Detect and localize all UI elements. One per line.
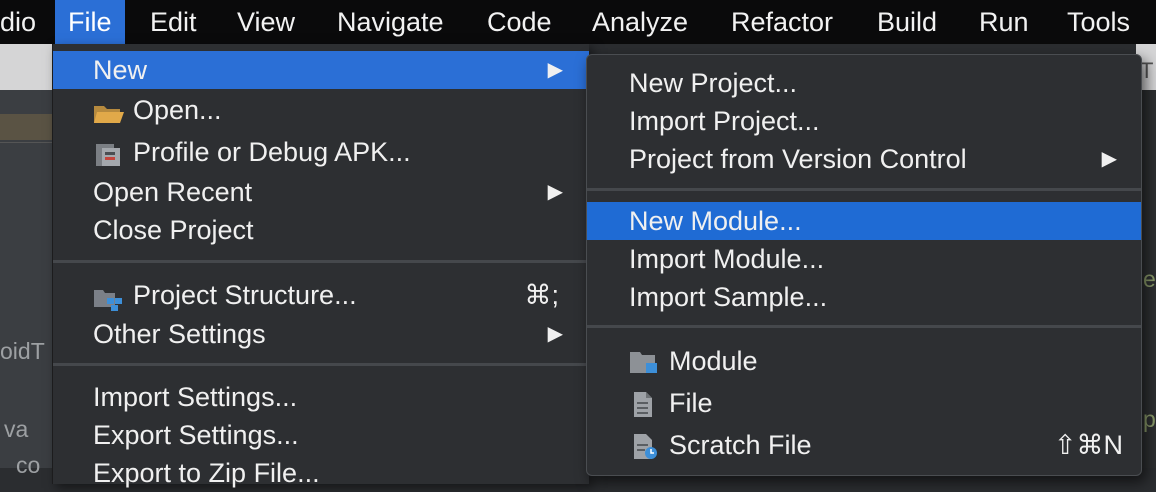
menu-file[interactable]: File xyxy=(55,0,125,44)
menu-item-label: Other Settings xyxy=(93,319,266,349)
menu-item-export-settings[interactable]: Export Settings... xyxy=(53,416,589,454)
menu-item-label: Import Module... xyxy=(629,244,825,274)
menu-edit[interactable]: Edit xyxy=(150,0,197,44)
menu-item-label: Profile or Debug APK... xyxy=(133,137,411,167)
submenu-item-project-from-vcs[interactable]: Project from Version Control ▶ xyxy=(587,140,1141,178)
menu-item-label: Project Structure... xyxy=(133,280,357,310)
menu-item-label: Scratch File xyxy=(669,430,812,460)
menu-item-label: Module xyxy=(669,346,758,376)
menu-item-open-recent[interactable]: Open Recent ▶ xyxy=(53,173,589,211)
submenu-item-new-module[interactable]: New Module... xyxy=(587,202,1141,240)
menu-item-label: New Module... xyxy=(629,206,802,236)
submenu-item-import-project[interactable]: Import Project... xyxy=(587,102,1141,140)
menu-item-label: Export Settings... xyxy=(93,420,299,450)
ide-editor-fragment: e xyxy=(1143,266,1156,292)
submenu-item-file[interactable]: File xyxy=(587,384,1141,422)
submenu-item-import-module[interactable]: Import Module... xyxy=(587,240,1141,278)
ide-project-panel xyxy=(0,90,52,468)
menu-item-export-zip[interactable]: Export to Zip File... xyxy=(53,454,589,492)
folder-open-icon xyxy=(93,98,125,123)
menu-item-other-settings[interactable]: Other Settings ▶ xyxy=(53,315,589,353)
menu-separator xyxy=(587,325,1141,328)
menu-refactor[interactable]: Refactor xyxy=(731,0,833,44)
menu-item-label: New xyxy=(93,55,148,85)
ide-toolbar xyxy=(0,44,52,90)
module-folder-icon xyxy=(629,348,661,376)
menu-item-label: Open... xyxy=(133,95,222,125)
scratch-file-icon xyxy=(629,432,661,460)
menu-code[interactable]: Code xyxy=(487,0,552,44)
menu-analyze[interactable]: Analyze xyxy=(592,0,688,44)
menu-tools[interactable]: Tools xyxy=(1067,0,1130,44)
menu-separator xyxy=(53,363,589,366)
submenu-arrow-icon: ▶ xyxy=(547,323,563,345)
menu-run[interactable]: Run xyxy=(979,0,1029,44)
menu-separator xyxy=(587,188,1141,191)
ide-panel-divider xyxy=(0,142,52,143)
menu-item-project-structure[interactable]: Project Structure... ⌘; xyxy=(53,276,589,314)
menu-item-new[interactable]: New ▶ xyxy=(53,51,589,89)
submenu-arrow-icon: ▶ xyxy=(547,59,563,81)
menu-build[interactable]: Build xyxy=(877,0,937,44)
submenu-arrow-icon: ▶ xyxy=(1101,148,1117,170)
ide-tree-fragment: co xyxy=(16,452,41,478)
menu-view[interactable]: View xyxy=(237,0,295,44)
menu-item-label: Project from Version Control xyxy=(629,144,967,174)
menu-item-label: Export to Zip File... xyxy=(93,458,320,488)
menu-item-close-project[interactable]: Close Project xyxy=(53,211,589,249)
menu-bar: dio File Edit View Navigate Code Analyze… xyxy=(0,0,1156,44)
ide-tab-fragment: T xyxy=(1140,58,1154,83)
new-submenu: New Project... Import Project... Project… xyxy=(586,54,1142,476)
menu-item-import-settings[interactable]: Import Settings... xyxy=(53,378,589,416)
submenu-item-new-project[interactable]: New Project... xyxy=(587,64,1141,102)
project-structure-icon xyxy=(93,283,125,311)
shortcut-label: ⌘; xyxy=(524,280,559,310)
app-name[interactable]: dio xyxy=(0,0,36,44)
submenu-arrow-icon: ▶ xyxy=(547,181,563,203)
ide-tree-fragment: oidT xyxy=(0,338,45,364)
menu-item-label: File xyxy=(669,388,713,418)
menu-item-label: Close Project xyxy=(93,215,254,245)
menu-item-label: Open Recent xyxy=(93,177,253,207)
menu-item-open[interactable]: Open... xyxy=(53,91,589,129)
shortcut-label: ⇧⌘N xyxy=(1053,430,1123,460)
ide-panel-header xyxy=(0,114,52,140)
menu-item-label: Import Project... xyxy=(629,106,820,136)
menu-navigate[interactable]: Navigate xyxy=(337,0,444,44)
file-icon xyxy=(629,390,661,418)
menu-item-profile-debug-apk[interactable]: Profile or Debug APK... xyxy=(53,133,589,171)
ide-tree-fragment: va xyxy=(4,416,29,442)
apk-debug-icon xyxy=(93,140,125,166)
submenu-item-scratch-file[interactable]: Scratch File ⇧⌘N xyxy=(587,426,1141,464)
submenu-item-import-sample[interactable]: Import Sample... xyxy=(587,278,1141,316)
menu-item-label: New Project... xyxy=(629,68,798,98)
submenu-item-module[interactable]: Module xyxy=(587,342,1141,380)
menu-separator xyxy=(53,260,589,263)
file-menu: New ▶ Open... Profile or Debug APK... Op… xyxy=(52,44,589,488)
ide-editor-fragment: p xyxy=(1143,406,1156,432)
menu-item-label: Import Sample... xyxy=(629,282,828,312)
menu-item-label: Import Settings... xyxy=(93,382,298,412)
